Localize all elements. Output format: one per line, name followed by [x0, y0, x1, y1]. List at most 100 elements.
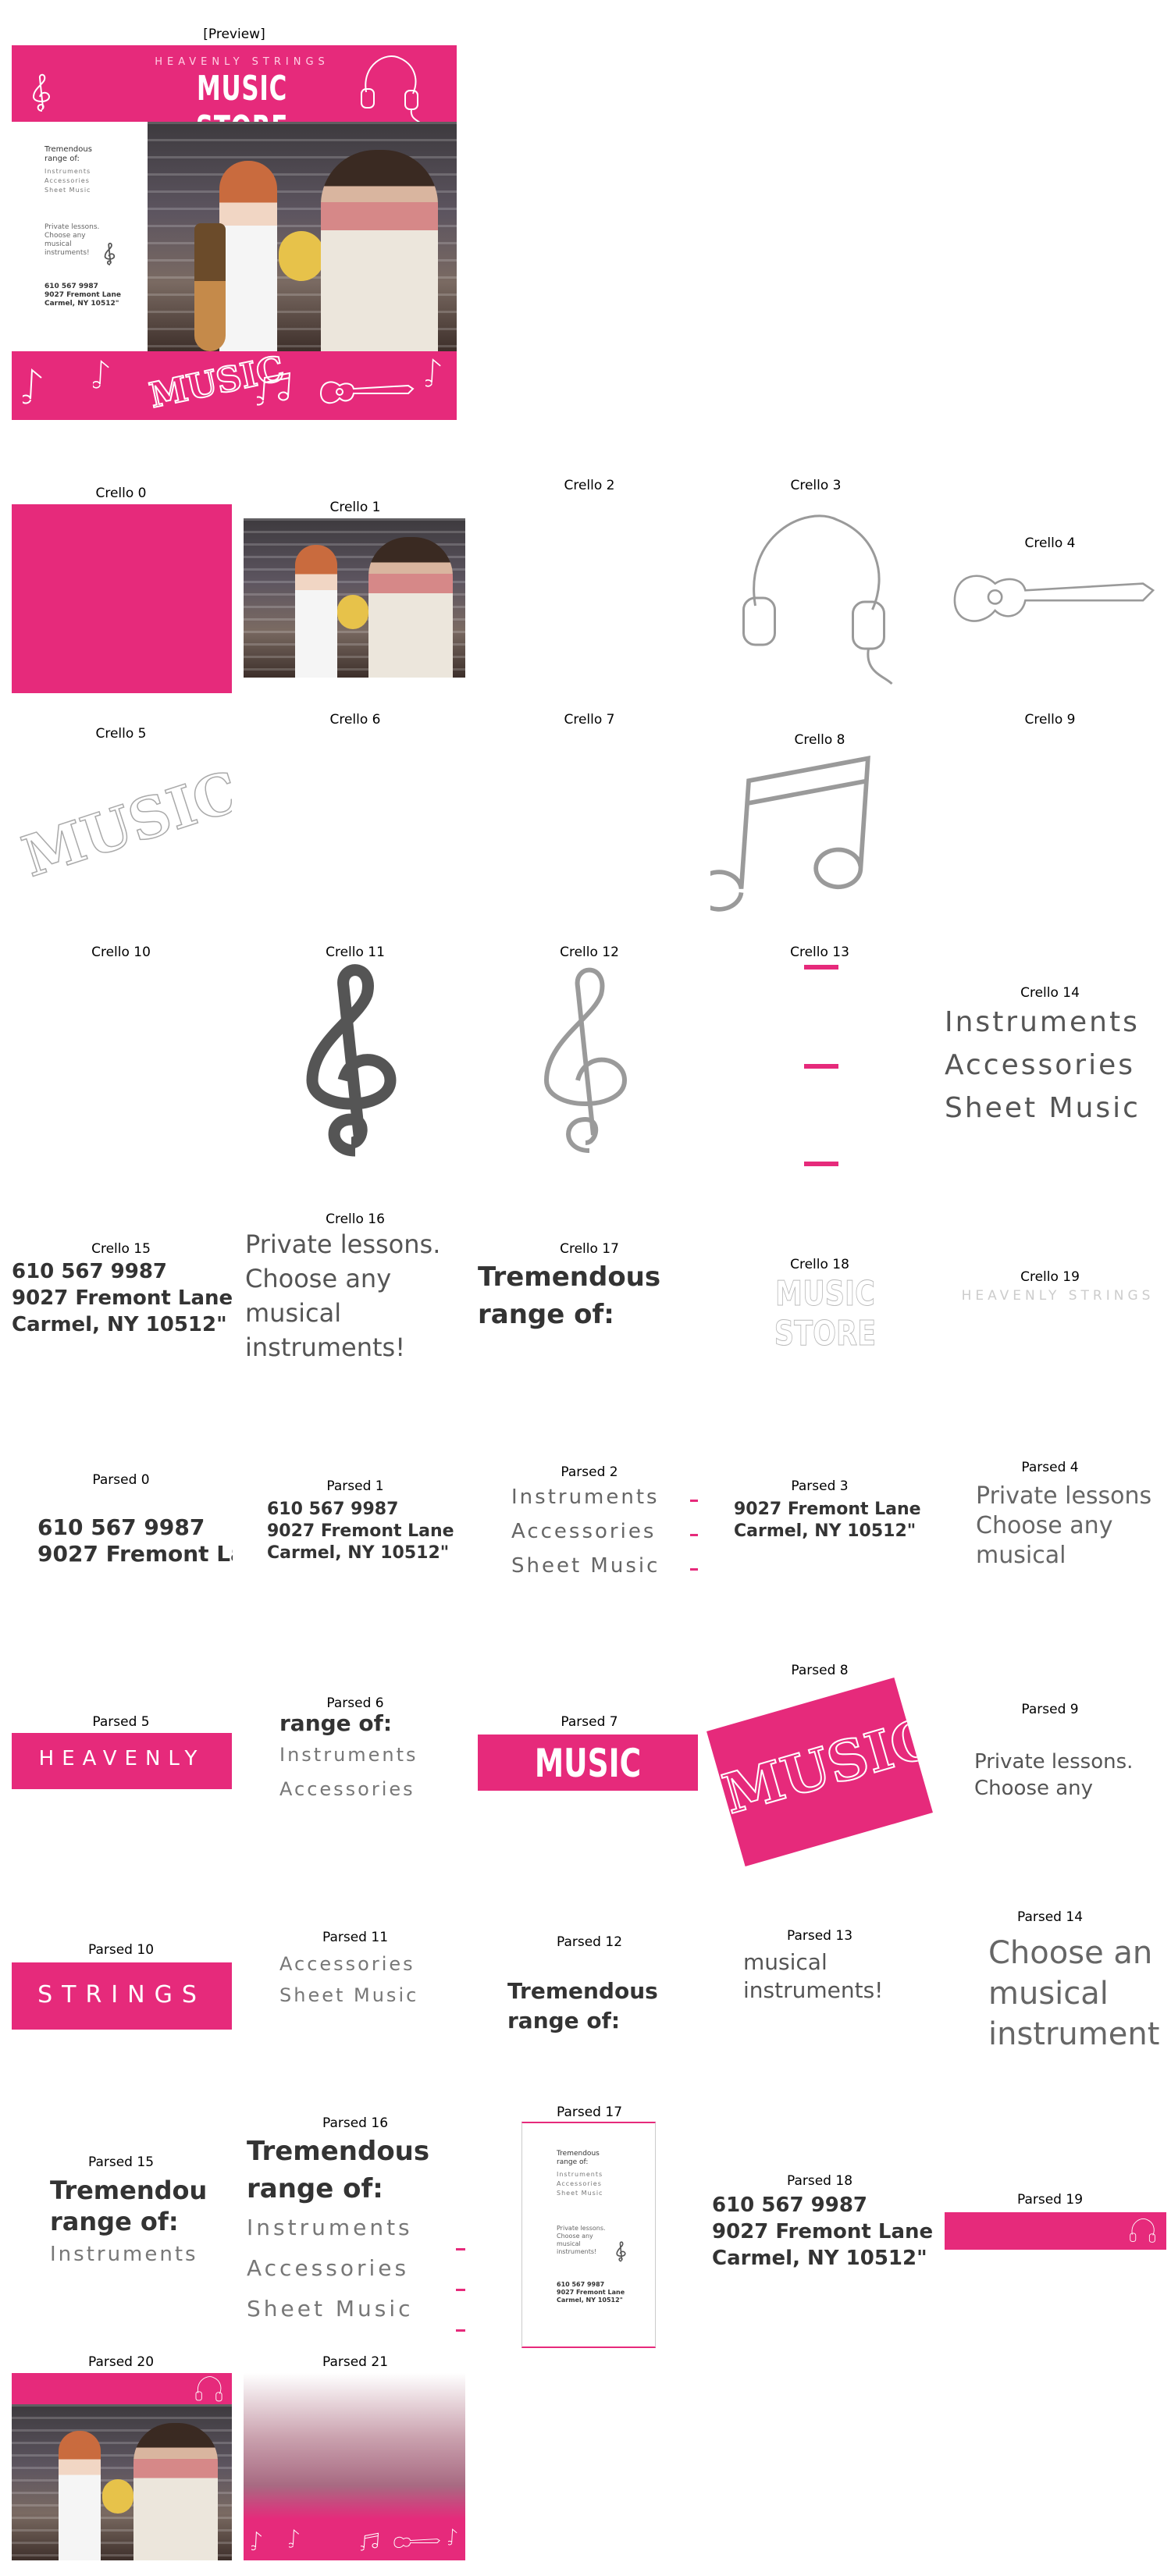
parsed-caption: Parsed 0 [92, 1472, 150, 1488]
range-item: Sheet Music [279, 1984, 419, 2006]
parsed-18-contact: 610 567 9987 9027 Fremont Lane Carmel, N… [712, 2192, 938, 2272]
parsed-7-banner: MUSIC STORE [478, 1735, 698, 1791]
parsed-5-banner: HEAVENLY [12, 1733, 232, 1789]
range-item: Instruments [279, 1744, 418, 1766]
parsed-12-heading: Tremendous range of: [507, 1976, 695, 2036]
range-dash [690, 1500, 698, 1502]
range-item: Instruments [945, 1006, 1140, 1038]
crello-16-lessons: Private lessons. Choose any musical inst… [245, 1227, 472, 1364]
parsed-11-list: Accessories Sheet Music [279, 1948, 467, 2011]
parsed-caption: Parsed 11 [322, 1930, 389, 1945]
parsed-caption: Parsed 21 [322, 2354, 389, 2370]
music-note-icon [289, 2529, 300, 2548]
parsed-caption: Parsed 9 [1021, 1702, 1079, 1717]
parsed-caption: Parsed 19 [1016, 2192, 1084, 2208]
preview-address-line: 9027 Fremont Lane [44, 291, 122, 299]
crello-caption: Crello 8 [794, 732, 845, 748]
preview-brand-top: HEAVENLY STRINGS [155, 56, 329, 68]
lessons-line: musical [976, 1542, 1066, 1569]
parsed-caption: Parsed 10 [87, 1942, 155, 1958]
range-item: Sheet Music [511, 1554, 660, 1578]
address-line: Carmel, NY 10512" [267, 1543, 450, 1563]
parsed-caption: Parsed 4 [1021, 1460, 1079, 1475]
parsed-caption: Parsed 2 [561, 1464, 618, 1480]
treble-clef-icon [104, 242, 116, 265]
parsed-2-list: Instruments Accessories Sheet Music [511, 1480, 691, 1583]
guitar-icon [393, 2536, 440, 2548]
parsed-10-word: STRINGS [37, 1981, 206, 2008]
parsed-5-word: HEAVENLY [38, 1747, 205, 1770]
parsed-17-text-panel: Tremendous range of: Instruments Accesso… [521, 2122, 656, 2348]
range-list: Instruments Accessories Sheet Music [557, 2170, 635, 2198]
preview-range-item: Sheet Music [44, 187, 91, 194]
crello-caption: Crello 7 [564, 712, 615, 728]
address-line: Carmel, NY 10512" [712, 2247, 927, 2270]
address-line: 9027 Fremont Lane [12, 1286, 233, 1310]
preview-range-heading: Tremendous range of: [44, 145, 92, 163]
parsed-10-banner: STRINGS [12, 1962, 232, 2030]
range-dash [690, 1534, 698, 1536]
phone: 610 567 9987 [712, 2194, 868, 2217]
range-heading-line: Tremendous [507, 1978, 658, 2004]
music-note-icon [425, 358, 441, 387]
preview-contact: 610 567 9987 9027 Fremont Lane Carmel, N… [44, 283, 138, 308]
music-note-icon [93, 360, 109, 389]
phone: 610 567 9987 [557, 2281, 605, 2288]
address-line: Carmel, NY 10512" [557, 2297, 623, 2304]
range-item: Sheet Music [945, 1092, 1141, 1124]
lessons-line: Private lessons. [245, 1229, 441, 1259]
headphones-icon [1130, 2218, 1155, 2243]
parsed-0-contact: 610 567 9987 9027 Fremont La [37, 1514, 233, 1567]
address-line: 9027 Fremont Lane [557, 2289, 625, 2296]
range-heading-line: Tremendous [247, 2136, 430, 2167]
range-item: Accessories [511, 1520, 657, 1543]
parsed-1-contact: 610 567 9987 9027 Fremont Lane Carmel, N… [267, 1499, 470, 1564]
parsed-caption: Parsed 17 [556, 2105, 623, 2120]
crello-caption: Crello 11 [326, 945, 385, 960]
lessons-line: instruments! [245, 1332, 406, 1362]
range-item: Sheet Music [557, 2190, 603, 2197]
parsed-14-lessons: Choose an musical instrument [988, 1933, 1171, 2055]
guitar-shape [194, 223, 226, 351]
parsed-8-word-art: MUSIC [707, 1678, 933, 1866]
person-man [368, 537, 453, 678]
crello-5-word: MUSIC [14, 757, 232, 891]
crello-17-heading: Tremendous range of: [478, 1258, 704, 1333]
range-item: Instruments [247, 2215, 413, 2240]
parsed-19-banner [945, 2212, 1166, 2250]
lessons-line: Choose an [988, 1935, 1153, 1971]
crello-caption: Crello 18 [790, 1257, 849, 1272]
range-item: Instruments [557, 2171, 603, 2178]
crello-1-photo [244, 518, 465, 678]
treble-clef-icon [306, 964, 397, 1157]
preview-poster: HEAVENLY STRINGS MUSIC STORE Tremendous … [12, 45, 457, 420]
range-item: Accessories [247, 2255, 410, 2281]
parsed-caption: Parsed 18 [786, 2173, 853, 2189]
music-note-icon [23, 368, 42, 404]
lessons-line: Private lessons [976, 1482, 1152, 1510]
lessons-line: musical [988, 1976, 1109, 2012]
crello-13-dash [804, 1162, 838, 1166]
lessons-line: Choose any [245, 1264, 392, 1293]
person-woman [219, 161, 277, 351]
crello-15-contact: 610 567 9987 9027 Fremont Lane Carmel, N… [12, 1258, 238, 1338]
parsed-9-lessons: Private lessons. Choose any [974, 1749, 1169, 1802]
music-note-icon [710, 756, 870, 912]
person-woman [59, 2431, 101, 2560]
range-heading: Tremendous range of: [557, 2150, 600, 2166]
crello-caption: Crello 14 [1020, 985, 1080, 1001]
crello-5-music-word-art: MUSIC [12, 745, 232, 917]
range-item: Accessories [945, 1049, 1135, 1081]
parsed-13-lessons: musical instruments! [743, 1948, 931, 2005]
parsed-caption: Parsed 6 [326, 1695, 384, 1711]
parsed-16-list: Tremendous range of: Instruments Accesso… [247, 2133, 462, 2329]
guitar-yellow [279, 231, 324, 281]
preview-range-item: Instruments [44, 168, 91, 175]
address-line: 9027 Fremont Lane [734, 1500, 921, 1519]
preview-address-line: Carmel, NY 10512" [44, 300, 119, 308]
crello-caption: Crello 4 [1024, 535, 1076, 551]
crello-13-dash [804, 1064, 838, 1069]
range-heading-line: range of: [478, 1299, 614, 1330]
parsed-caption: Parsed 13 [786, 1928, 853, 1944]
lessons: Private lessons. Choose any musical inst… [557, 2225, 606, 2255]
